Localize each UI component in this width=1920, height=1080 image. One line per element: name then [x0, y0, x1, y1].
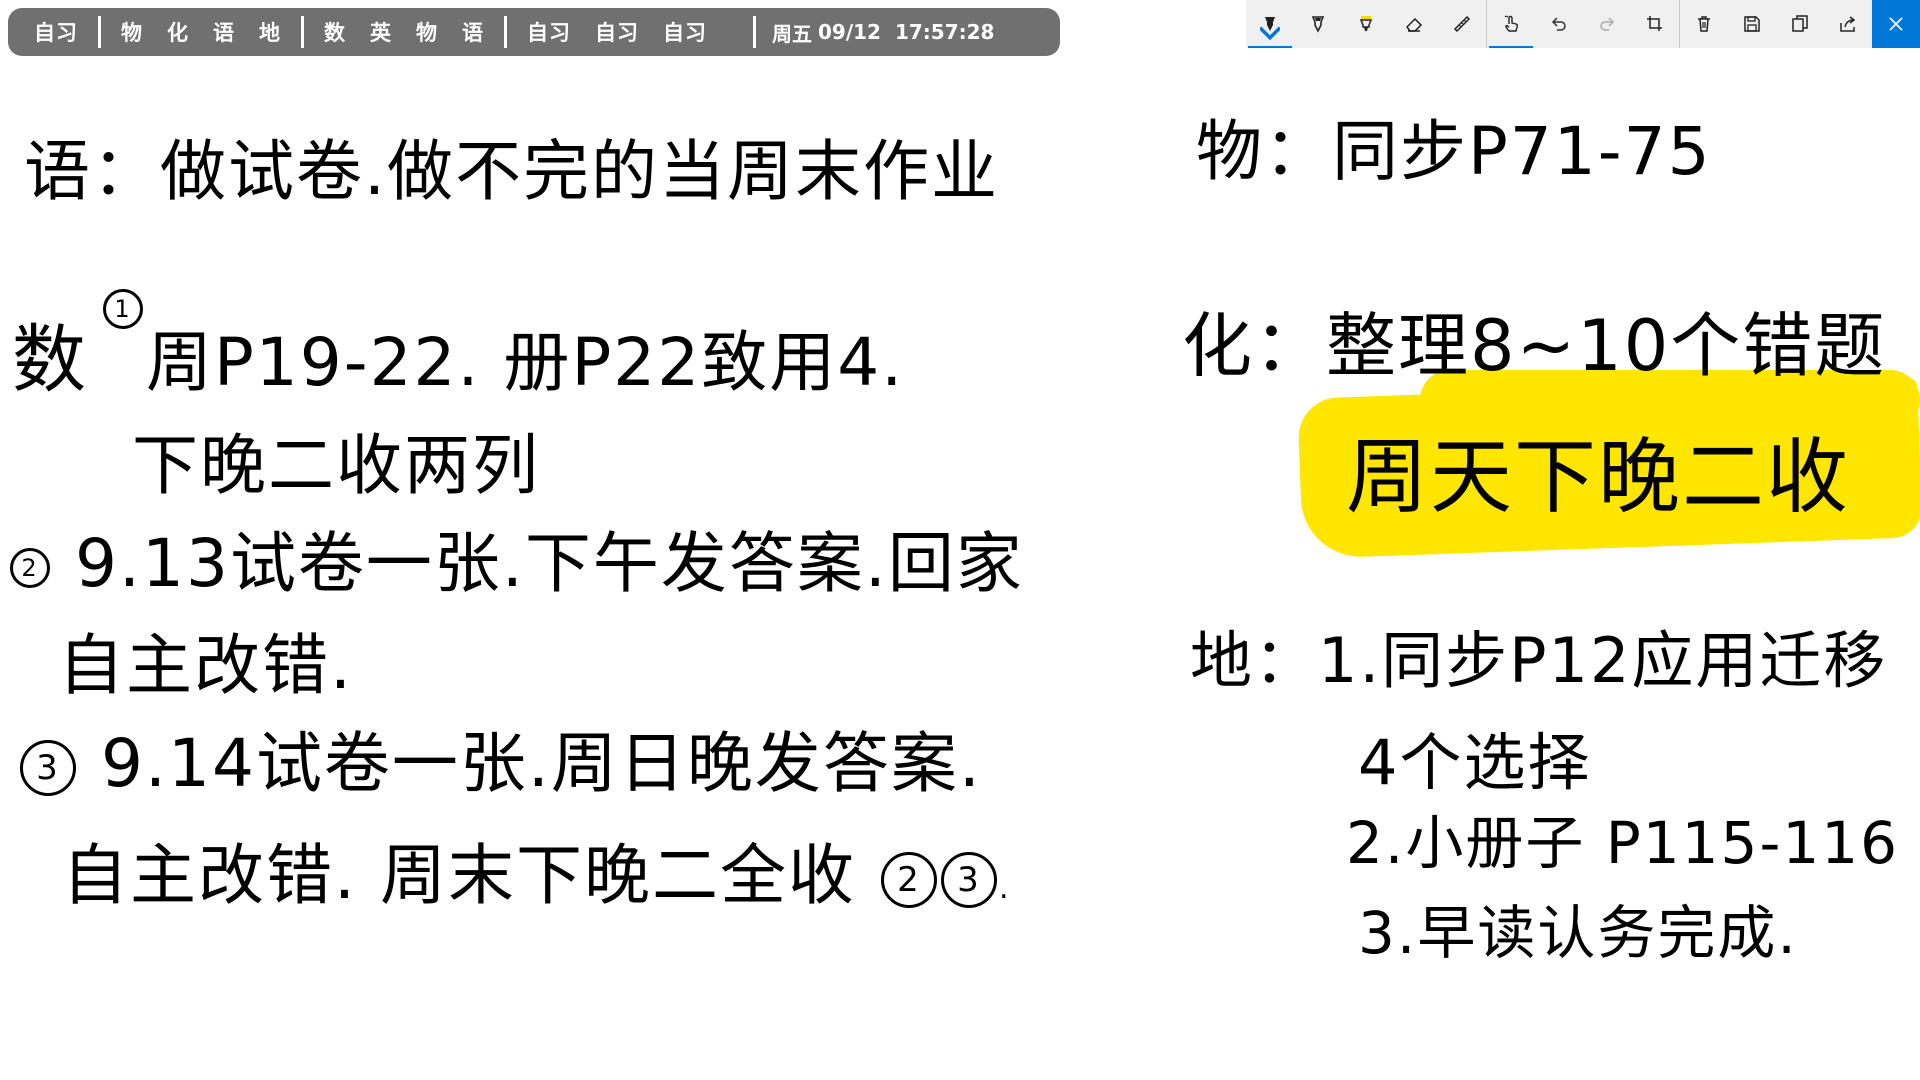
circled-number: 2 — [10, 547, 50, 588]
ruler-icon — [1453, 15, 1471, 33]
math-line-1-text: 周P19-22. 册P22致用4. — [145, 324, 905, 401]
math-homework-line-1: 数 1 周P19-22. 册P22致用4. — [12, 288, 905, 407]
save-icon — [1744, 16, 1760, 32]
chemistry-homework-line-2: 周天下晚二收 — [1346, 430, 1851, 525]
ink-toolbar — [1246, 0, 1920, 48]
schedule-divider — [98, 16, 101, 48]
math-line-3-text: 9.13试卷一张.下午发答案.回家 — [74, 525, 1024, 602]
touch-writing-button[interactable] — [1487, 0, 1535, 48]
circled-number: 2 — [880, 851, 937, 908]
math-homework-line-4: 自主改错. — [58, 627, 353, 704]
copy-icon — [1792, 15, 1808, 32]
copy-button[interactable] — [1776, 0, 1824, 48]
math-subject-label: 数 — [12, 317, 88, 403]
schedule-period: 地 — [259, 21, 281, 45]
ruler-button[interactable] — [1438, 0, 1486, 48]
geography-homework-line-2: 4个选择 — [1358, 726, 1592, 799]
eraser-icon — [1406, 17, 1423, 32]
schedule-group-3: 数 英 物 语 — [312, 8, 496, 56]
close-icon — [1889, 17, 1903, 31]
schedule-divider — [504, 16, 507, 48]
math-homework-line-3: 2 9.13试卷一张.下午发答案.回家 — [8, 510, 1024, 606]
schedule-period: 自习 — [527, 21, 571, 45]
chinese-homework-note: 语：做试卷.做不完的当周末作业 — [24, 133, 999, 210]
date-time-display: 周五 09/12 17:57:28 — [772, 18, 1008, 47]
pencil-icon — [1311, 16, 1325, 33]
crop-icon — [1647, 16, 1662, 31]
pencil-button[interactable] — [1294, 0, 1342, 48]
undo-icon — [1551, 17, 1566, 31]
delete-icon — [1698, 16, 1710, 32]
schedule-period: 物 — [121, 21, 143, 45]
share-button[interactable] — [1824, 0, 1872, 48]
time-label: 17:57:28 — [894, 20, 995, 44]
schedule-period: 化 — [167, 21, 189, 45]
schedule-group-4: 自习 自习 自习 — [515, 8, 719, 56]
math-line-6-text: 自主改错. 周末下晚二全收 — [62, 837, 856, 914]
crop-button[interactable] — [1631, 0, 1679, 48]
schedule-group-2: 物 化 语 地 — [109, 8, 293, 56]
math-homework-line-5: 3 9.14试卷一张.周日晚发答案. — [18, 710, 982, 806]
highlighter-button[interactable] — [1342, 0, 1390, 48]
eraser-button[interactable] — [1390, 0, 1438, 48]
schedule-divider — [753, 16, 756, 48]
touch-writing-icon — [1504, 15, 1519, 32]
circled-number: 3 — [20, 739, 76, 796]
schedule-period: 语 — [462, 21, 484, 45]
highlighter-icon — [1359, 16, 1373, 31]
chemistry-homework-line-1: 化：整理8~10个错题 — [1182, 305, 1887, 387]
schedule-period: 自习 — [595, 21, 639, 45]
geography-homework-line-4: 3.早读认务完成. — [1358, 899, 1798, 967]
math-homework-line-2: 下晚二收两列 — [132, 427, 540, 504]
schedule-group-1: 自习 — [22, 8, 90, 56]
chevron-down-icon — [1260, 26, 1280, 41]
redo-icon — [1600, 17, 1615, 31]
whiteboard-canvas[interactable]: 自习 物 化 语 地 数 英 物 语 自习 自习 自习 周五 09/12 17:… — [0, 0, 1920, 1080]
schedule-period: 英 — [370, 21, 392, 45]
ballpoint-pen-button[interactable] — [1246, 0, 1294, 48]
schedule-divider — [301, 16, 304, 48]
schedule-period: 自习 — [663, 21, 707, 45]
math-line-6-end: . — [998, 871, 1011, 906]
schedule-period: 语 — [213, 21, 235, 45]
circled-number: 3 — [940, 851, 997, 908]
delete-button[interactable] — [1680, 0, 1728, 48]
date-label: 09/12 — [818, 20, 881, 44]
weekday-label: 周五 — [772, 21, 812, 46]
math-line-5-text: 9.14试卷一张.周日晚发答案. — [100, 725, 982, 802]
close-button[interactable] — [1872, 0, 1920, 48]
math-homework-line-6: 自主改错. 周末下晚二全收 23. — [62, 822, 1011, 918]
schedule-period: 自习 — [34, 21, 78, 45]
class-schedule-bar: 自习 物 化 语 地 数 英 物 语 自习 自习 自习 周五 09/12 17:… — [8, 8, 1060, 56]
physics-homework-note: 物：同步P71-75 — [1196, 113, 1712, 190]
circled-number: 1 — [102, 288, 143, 329]
share-icon — [1840, 16, 1856, 32]
redo-button[interactable] — [1583, 0, 1631, 48]
save-button[interactable] — [1728, 0, 1776, 48]
geography-homework-line-1: 地：1.同步P12应用迁移 — [1190, 624, 1888, 697]
schedule-period: 数 — [324, 21, 346, 45]
schedule-period: 物 — [416, 21, 438, 45]
geography-homework-line-3: 2.小册子 P115-116 — [1346, 809, 1900, 877]
undo-button[interactable] — [1535, 0, 1583, 48]
